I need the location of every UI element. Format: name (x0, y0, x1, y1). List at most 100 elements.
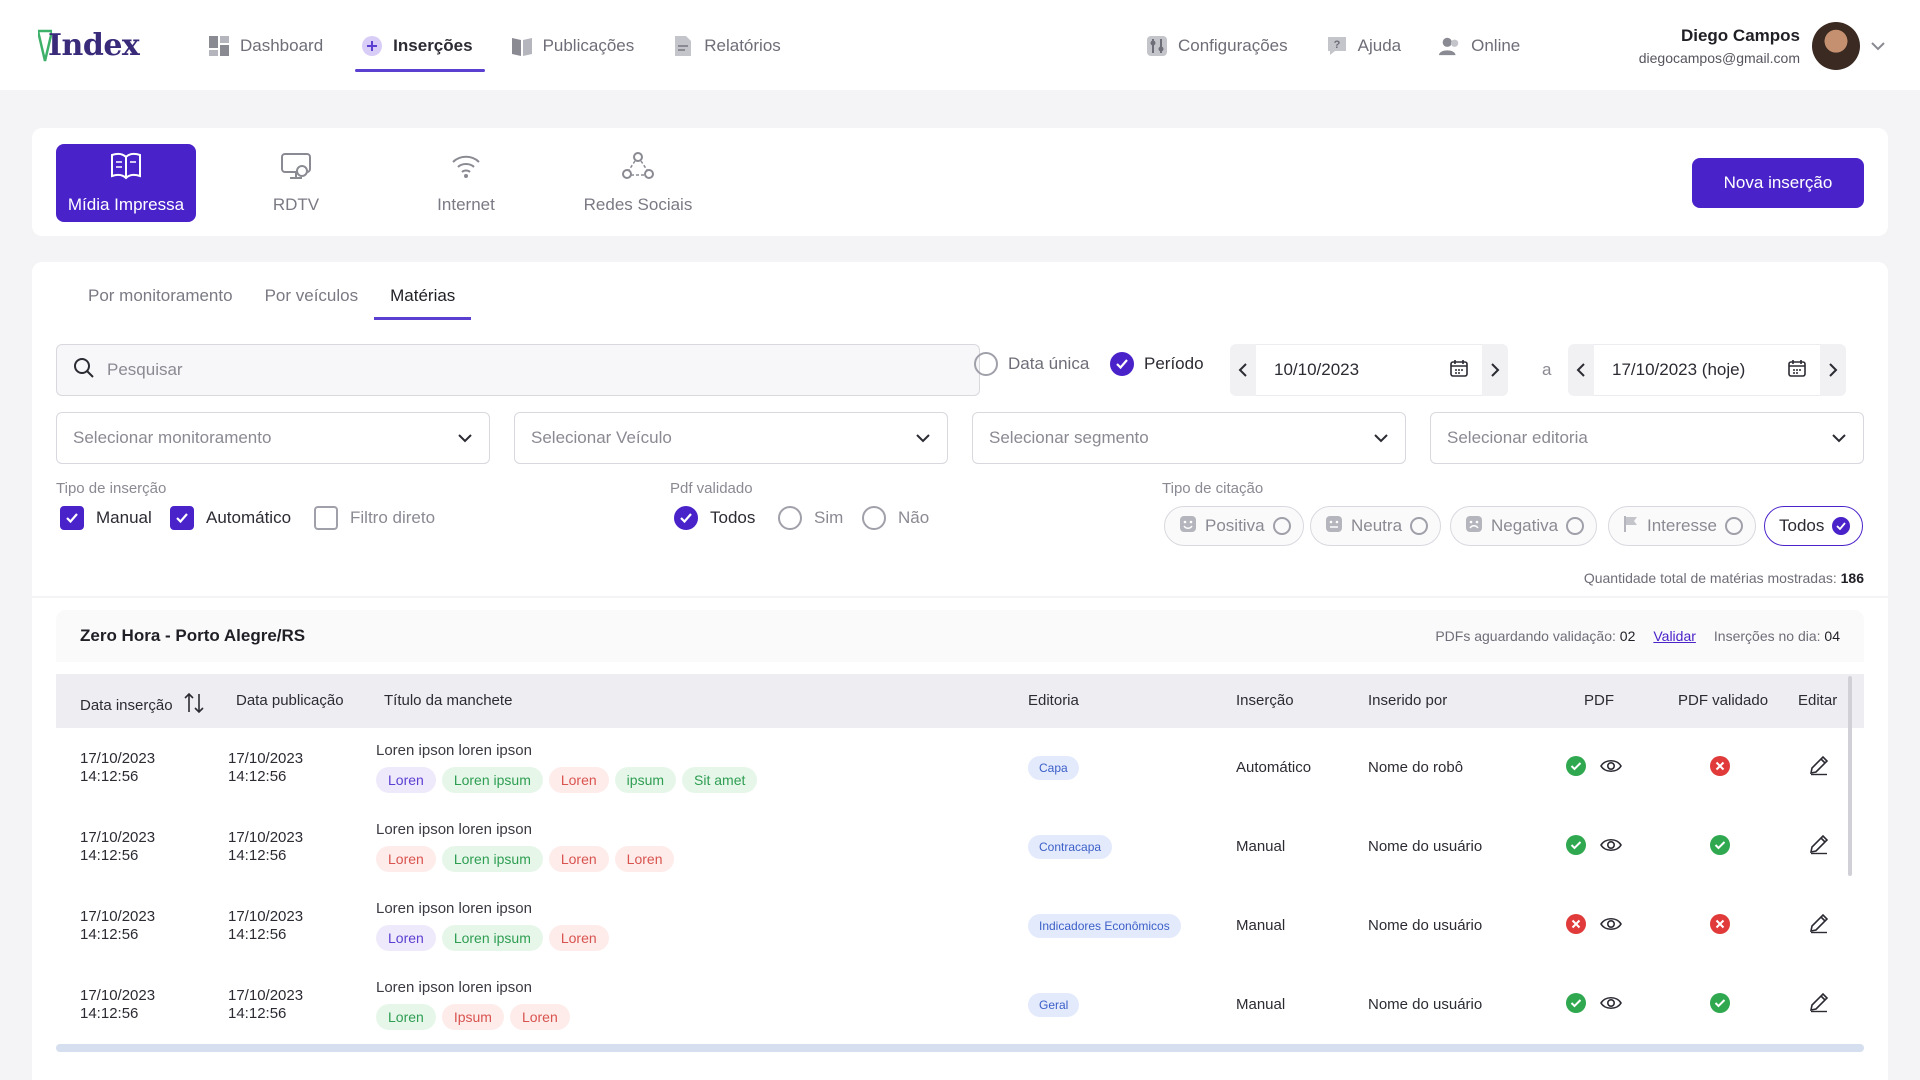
eye-icon[interactable] (1600, 757, 1622, 775)
radio-button[interactable] (778, 506, 802, 530)
search-input[interactable] (107, 360, 967, 380)
nav-publicacoes[interactable]: Publicações (499, 28, 647, 64)
chevron-left-icon[interactable] (1568, 344, 1594, 396)
flag-icon (1623, 515, 1639, 538)
checkbox-filtro-direto[interactable]: Filtro direto (314, 506, 435, 530)
check-circle-icon (1566, 756, 1586, 776)
chevron-left-icon[interactable] (1230, 344, 1256, 396)
citation-interesse[interactable]: Interesse (1608, 506, 1756, 546)
tab-por-monitoramento[interactable]: Por monitoramento (72, 286, 249, 320)
date-mode-single[interactable]: Data única (974, 352, 1089, 376)
calendar-icon[interactable] (1450, 359, 1468, 382)
eye-icon[interactable] (1600, 994, 1622, 1012)
radio-button[interactable] (862, 506, 886, 530)
select-monitoramento[interactable]: Selecionar monitoramento (56, 412, 490, 464)
edit-pencil-icon[interactable] (1808, 912, 1830, 934)
citation-todos[interactable]: Todos (1764, 506, 1864, 546)
category-rdtv[interactable]: RDTV (226, 144, 366, 222)
nav-online[interactable]: Online (1427, 28, 1532, 64)
chevron-right-icon[interactable] (1482, 344, 1508, 396)
table-row[interactable]: 17/10/2023 14:12:56 17/10/2023 14:12:56 Lore… (56, 807, 1864, 886)
cell-pdf-validado (1710, 993, 1730, 1017)
citation-neutra[interactable]: Neutra (1310, 506, 1442, 546)
calendar-icon[interactable] (1788, 359, 1806, 382)
citation-positiva[interactable]: Positiva (1164, 506, 1304, 546)
checkbox-label: Automático (206, 508, 292, 527)
cell-insercao: Automático (1236, 759, 1312, 776)
col-data-insercao[interactable]: Data inserção (80, 692, 205, 718)
radio-button-checked[interactable] (1110, 352, 1134, 376)
edit-pencil-icon[interactable] (1808, 754, 1830, 776)
cell-titulo: Loren ipson loren ipson Loren Loren ipsum L… (376, 742, 758, 793)
select-segmento[interactable]: Selecionar segmento (972, 412, 1406, 464)
radio-button-checked[interactable] (674, 506, 698, 530)
checkbox-label: Filtro direto (350, 508, 436, 527)
headline-text[interactable]: Loren ipson loren ipson (376, 900, 609, 917)
edit-pencil-icon[interactable] (1808, 991, 1830, 1013)
radio-label: Todos (710, 508, 756, 527)
radio-button[interactable] (1410, 517, 1429, 535)
validar-link[interactable]: Validar (1653, 628, 1696, 644)
category-internet[interactable]: Internet (396, 144, 536, 222)
horizontal-scrollbar[interactable] (56, 1044, 1864, 1052)
date-mode-period[interactable]: Período (1110, 352, 1204, 376)
tab-por-veiculos[interactable]: Por veículos (249, 286, 375, 320)
tipo-citacao-label: Tipo de citação (1162, 480, 1264, 497)
category-midia-impressa[interactable]: Mídia Impressa (56, 144, 196, 222)
chevron-right-icon[interactable] (1820, 344, 1846, 396)
user-info: Diego Campos diegocampos@gmail.com (1639, 26, 1800, 66)
radio-pdf-todos[interactable]: Todos (674, 506, 755, 530)
tv-icon (280, 152, 312, 185)
radio-pdf-sim[interactable]: Sim (778, 506, 843, 530)
headline-text[interactable]: Loren ipson loren ipson (376, 742, 757, 759)
nav-configuracoes[interactable]: Configurações (1134, 28, 1300, 64)
user-menu[interactable]: Diego Campos diegocampos@gmail.com (1639, 22, 1860, 70)
citation-negativa[interactable]: Negativa (1450, 506, 1598, 546)
radio-pdf-nao[interactable]: Não (862, 506, 929, 530)
radio-button[interactable] (1272, 517, 1291, 535)
avatar[interactable] (1812, 22, 1860, 70)
nav-ajuda[interactable]: ? Ajuda (1314, 28, 1413, 64)
cell-data-publicacao: 17/10/2023 14:12:56 (228, 987, 303, 1023)
date-value: 17/10/2023 (80, 750, 156, 767)
date-to-field[interactable]: 17/10/2023 (hoje) (1594, 344, 1820, 396)
checkbox-checked[interactable] (170, 506, 194, 530)
col-pdf-validado: PDF validado (1678, 692, 1769, 709)
time-value: 14:12:56 (228, 1005, 287, 1022)
category-redes-sociais[interactable]: Redes Sociais (568, 144, 708, 222)
total-value: 186 (1840, 570, 1864, 586)
sort-icon[interactable] (183, 692, 205, 718)
edit-pencil-icon[interactable] (1808, 833, 1830, 855)
nav-insercoes[interactable]: Inserções (349, 28, 485, 72)
results-section: Zero Hora - Porto Alegre/RS PDFs aguarda… (32, 598, 1888, 1080)
headline-text[interactable]: Loren ipson loren ipson (376, 821, 674, 838)
checkbox-manual[interactable]: Manual (60, 506, 152, 530)
checkbox-unchecked[interactable] (314, 506, 338, 530)
checkbox-automatico[interactable]: Automático (170, 506, 291, 530)
chevron-down-icon[interactable] (1870, 38, 1886, 56)
nav-dashboard[interactable]: Dashboard (196, 28, 335, 64)
radio-button-checked[interactable] (1832, 517, 1851, 535)
date-value: 17/10/2023 (228, 750, 304, 767)
select-editoria[interactable]: Selecionar editoria (1430, 412, 1864, 464)
app-logo[interactable]: Index (38, 28, 140, 63)
select-veiculo[interactable]: Selecionar Veículo (514, 412, 948, 464)
radio-button[interactable] (1566, 517, 1585, 535)
nav-relatorios[interactable]: Relatórios (660, 28, 793, 64)
eye-icon[interactable] (1600, 915, 1622, 933)
table-row[interactable]: 17/10/2023 14:12:56 17/10/2023 14:12:56 Lore… (56, 728, 1864, 807)
radio-button[interactable] (1724, 517, 1743, 535)
select-placeholder: Selecionar Veículo (531, 428, 672, 447)
table-row[interactable]: 17/10/2023 14:12:56 17/10/2023 14:12:56 Lore… (56, 965, 1864, 1044)
date-from-field[interactable]: 10/10/2023 (1256, 344, 1482, 396)
tab-materias[interactable]: Matérias (374, 286, 472, 320)
radio-button[interactable] (974, 352, 998, 376)
nav-label: Ajuda (1357, 36, 1402, 55)
headline-text[interactable]: Loren ipson loren ipson (376, 979, 570, 996)
nova-insercao-button[interactable]: Nova inserção (1692, 158, 1864, 208)
vertical-scrollbar[interactable] (1848, 676, 1852, 876)
checkbox-checked[interactable] (60, 506, 84, 530)
table-row[interactable]: 17/10/2023 14:12:56 17/10/2023 14:12:56 Lore… (56, 886, 1864, 965)
eye-icon[interactable] (1600, 836, 1622, 854)
cell-insercao: Manual (1236, 996, 1286, 1013)
